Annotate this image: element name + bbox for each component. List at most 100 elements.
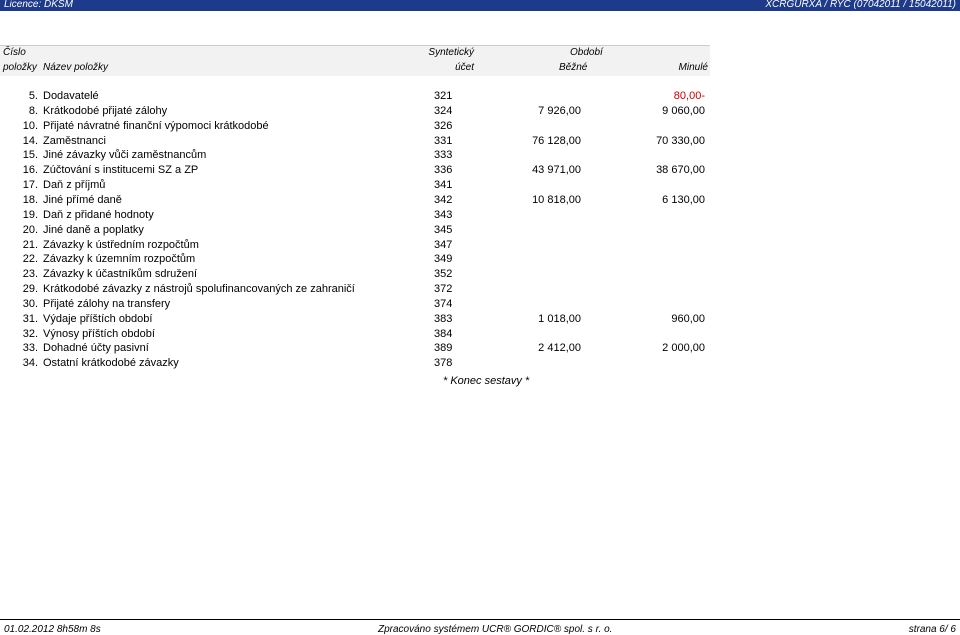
header-obdobi: Období [570,47,603,58]
row-number: 34. [22,357,38,370]
table-row: 31. Výdaje příštích období 383 1 018,00 960,… [0,313,712,328]
table-row: 34. Ostatní krátkodobé závazky 378 [0,357,712,372]
header-bezne: Běžné [559,62,588,73]
row-previous: 960,00 [671,312,705,325]
table-row: 15. Jiné závazky vůči zaměstnancům 333 [0,149,712,164]
row-name: Zaměstnanci [43,134,106,147]
table-row: 33. Dohadné účty pasivní 389 2 412,00 2 000,… [0,342,712,357]
header-nazev: Název položky [43,62,109,73]
row-number: 10. [22,119,38,132]
row-account: 383 [434,312,453,325]
row-name: Závazky k územním rozpočtům [43,253,196,266]
row-number: 18. [22,193,38,206]
table-row: 5. Dodavatelé 321 80,00- [0,90,712,105]
row-number: 8. [28,104,38,117]
row-previous: 38 670,00 [656,164,705,177]
row-name: Jiné přímé daně [43,193,122,206]
row-number: 32. [22,327,38,340]
row-account: 336 [434,164,453,177]
row-account: 321 [434,90,453,102]
row-current: 43 971,00 [532,164,581,177]
row-account: 384 [434,327,453,340]
header-rule [0,45,710,46]
row-name: Zúčtování s institucemi SZ a ZP [43,164,199,177]
row-account: 374 [434,297,453,310]
row-name: Výdaje příštích období [43,312,153,325]
row-account: 345 [434,223,453,236]
footer-rule [0,619,960,620]
header-cislo: Číslo [3,47,26,58]
row-number: 15. [22,149,38,162]
row-current: 2 412,00 [538,342,581,355]
table-row: 18. Jiné přímé daně 342 10 818,00 6 130,00 [0,194,712,209]
row-number: 23. [22,268,38,281]
footer-processed-by: Zpracováno systémem UCR® GORDIC® spol. s… [378,624,613,635]
table-row: 8. Krátkodobé přijaté zálohy 324 7 926,00 9 … [0,105,712,120]
table-row: 19. Daň z přidané hodnoty 343 [0,209,712,224]
row-account: 378 [434,357,453,370]
table-row: 17. Daň z příjmů 341 [0,179,712,194]
row-name: Přijaté zálohy na transfery [43,297,171,310]
row-current: 7 926,00 [538,104,581,117]
row-number: 17. [22,179,38,192]
row-name: Daň z přidané hodnoty [43,208,154,221]
row-number: 22. [22,253,38,266]
footer-datetime: 01.02.2012 8h58m 8s [4,624,101,635]
row-account: 326 [434,119,453,132]
row-previous: 9 060,00 [662,104,705,117]
row-account: 331 [434,134,453,147]
row-number: 33. [22,342,38,355]
table-row: 23. Závazky k účastníkům sdružení 352 [0,268,712,283]
row-previous: 80,00- [673,90,705,102]
header-ucet: účet [455,62,474,73]
table-row: 20. Jiné daně a poplatky 345 [0,224,712,239]
row-account: 372 [434,283,453,296]
row-number: 30. [22,297,38,310]
end-note: * Konec sestavy * [443,375,530,387]
row-name: Závazky k ústředním rozpočtům [43,238,199,251]
row-name: Dodavatelé [43,90,99,102]
header-polozky: položky [3,62,37,73]
row-number: 29. [22,283,38,296]
row-name: Krátkodobé závazky z nástrojů spolufinan… [43,283,355,296]
table-row: 21. Závazky k ústředním rozpočtům 347 [0,239,712,254]
table-row: 32. Výnosy příštích období 384 [0,328,712,343]
row-previous: 70 330,00 [656,134,705,147]
row-number: 20. [22,223,38,236]
table-header: Číslo položky Název položky Syntetický ú… [0,45,710,76]
row-previous: 2 000,00 [662,342,705,355]
footer-page: strana 6/ 6 [908,624,956,635]
row-name: Výnosy příštích období [43,327,155,340]
header-synteticky: Syntetický [428,47,474,58]
row-previous: 6 130,00 [662,193,705,206]
row-current: 10 818,00 [532,193,581,206]
top-bar: Licence: DKSM XCRGURXA / RYC (07042011 /… [0,0,960,11]
row-name: Jiné daně a poplatky [43,223,144,236]
row-number: 31. [22,312,38,325]
row-account: 352 [434,268,453,281]
table-row: 30. Přijaté zálohy na transfery 374 [0,298,712,313]
licence-label: Licence: DKSM [4,0,73,10]
table-row: 16. Zúčtování s institucemi SZ a ZP 336 43 … [0,164,712,179]
row-number: 5. [28,90,38,102]
row-number: 16. [22,164,38,177]
row-name: Závazky k účastníkům sdružení [43,268,198,281]
row-account: 324 [434,104,453,117]
row-name: Ostatní krátkodobé závazky [43,357,179,370]
table-row: 22. Závazky k územním rozpočtům 349 [0,253,712,268]
header-minule: Minulé [678,62,708,73]
row-name: Přijaté návratné finanční výpomoci krátk… [43,119,269,132]
row-name: Krátkodobé přijaté zálohy [43,104,168,117]
row-number: 14. [22,134,38,147]
row-account: 349 [434,253,453,266]
row-number: 21. [22,238,38,251]
table-row: 14. Zaměstnanci 331 76 128,00 70 330,00 [0,135,712,150]
row-account: 341 [434,179,453,192]
report-code: XCRGURXA / RYC (07042011 / 15042011) [765,0,956,10]
row-name: Dohadné účty pasivní [43,342,149,355]
table-row: 29. Krátkodobé závazky z nástrojů spolufi… [0,283,712,298]
row-current: 1 018,00 [538,312,581,325]
row-name: Daň z příjmů [43,179,106,192]
row-account: 389 [434,342,453,355]
row-account: 343 [434,208,453,221]
